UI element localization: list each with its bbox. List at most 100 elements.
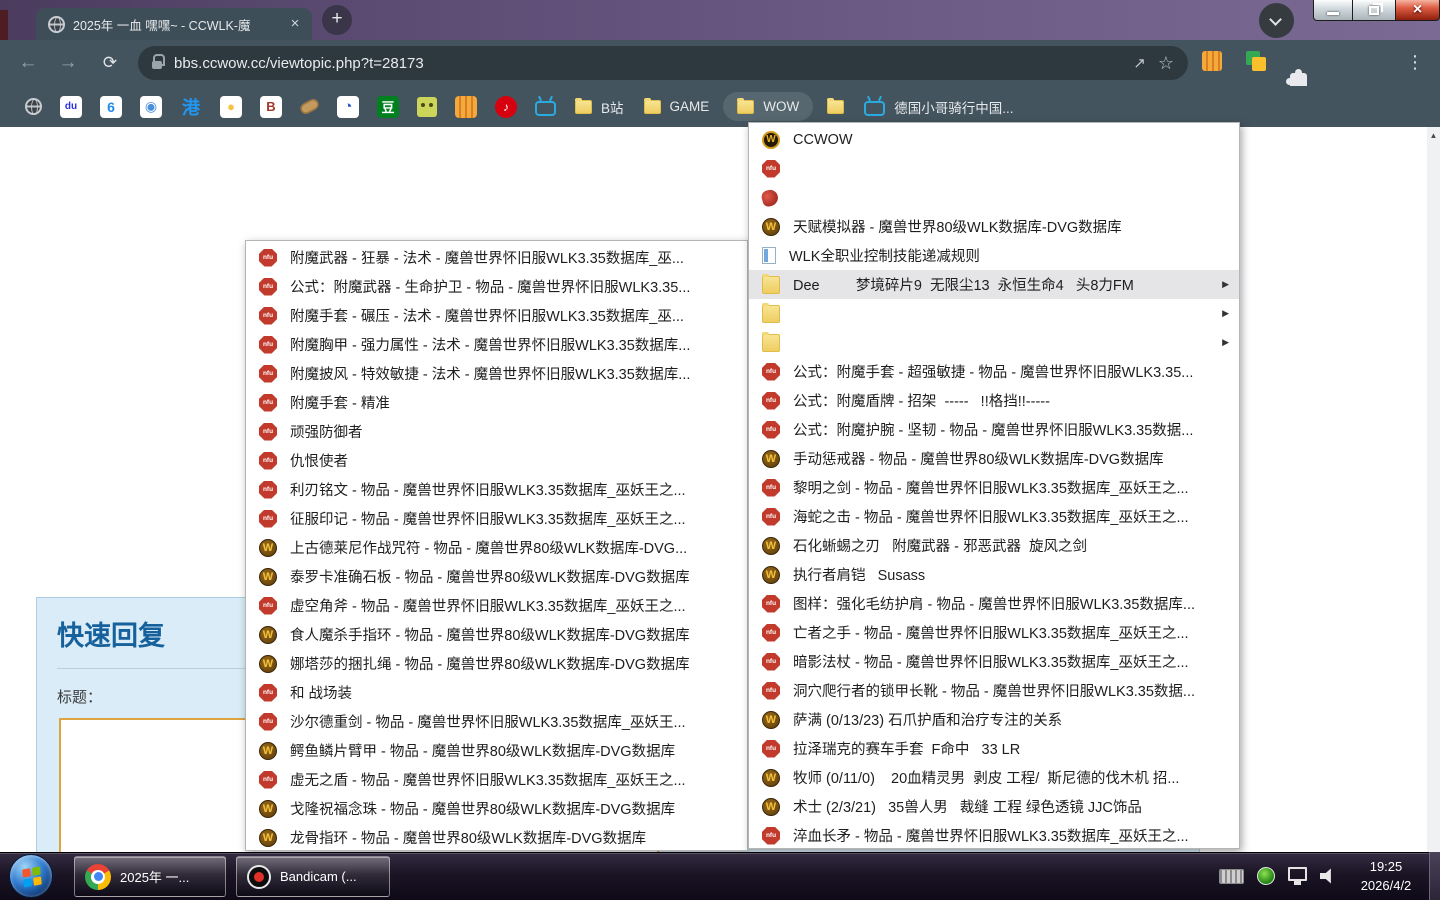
wow-menu-item[interactable]: nfu淬血长矛 - 物品 - 魔兽世界怀旧服WLK3.35数据库_巫妖王之... xyxy=(749,821,1239,850)
wow-menu-item[interactable]: nfu公式：附魔护腕 - 坚韧 - 物品 - 魔兽世界怀旧服WLK3.35数据.… xyxy=(749,415,1239,444)
dee-submenu-item[interactable]: nfu虚无之盾 - 物品 - 魔兽世界怀旧服WLK3.35数据库_巫妖王之... xyxy=(246,765,747,794)
show-desktop-button[interactable] xyxy=(1429,852,1440,900)
dee-submenu-item[interactable]: nfu附魔手套 - 碾压 - 法术 - 魔兽世界怀旧服WLK3.35数据库_巫.… xyxy=(246,301,747,330)
bandicam-record-tray-icon[interactable] xyxy=(1257,867,1275,885)
start-button[interactable] xyxy=(9,854,53,898)
nfu-icon: nfu xyxy=(762,392,780,410)
bookmark-gang-icon[interactable]: 港 xyxy=(180,96,202,118)
bookmark-bilibili-icon[interactable] xyxy=(535,101,556,116)
wow-menu-item[interactable]: W执行者肩铠 Susass xyxy=(749,560,1239,589)
url-text[interactable]: bbs.ccwow.cc/viewtopic.php?t=28173 xyxy=(174,55,1121,72)
dee-submenu-item[interactable]: nfu利刃铭文 - 物品 - 魔兽世界怀旧服WLK3.35数据库_巫妖王之... xyxy=(246,475,747,504)
wow-menu-item[interactable]: ▶ xyxy=(749,328,1239,357)
wow-menu-item[interactable]: nfu海蛇之击 - 物品 - 魔兽世界怀旧服WLK3.35数据库_巫妖王之... xyxy=(749,502,1239,531)
page-scrollbar[interactable]: ▲ xyxy=(1427,127,1440,852)
bookmark-site[interactable]: 德国小哥骑行中国... xyxy=(864,97,1013,117)
keyboard-tray-icon[interactable] xyxy=(1219,869,1244,884)
dee-submenu-item[interactable]: W娜塔莎的捆扎绳 - 物品 - 魔兽世界80级WLK数据库-DVG数据库 xyxy=(246,649,747,678)
bookmark-netease-music-icon[interactable]: ♪ xyxy=(495,96,517,118)
wow-menu-item[interactable]: nfu图样：强化毛纺护肩 - 物品 - 魔兽世界怀旧服WLK3.35数据库... xyxy=(749,589,1239,618)
wow-menu-item[interactable]: nfu黎明之剑 - 物品 - 魔兽世界怀旧服WLK3.35数据库_巫妖王之... xyxy=(749,473,1239,502)
wow-menu-item[interactable] xyxy=(749,183,1239,212)
dee-submenu-item[interactable]: W食人魔杀手指环 - 物品 - 魔兽世界80级WLK数据库-DVG数据库 xyxy=(246,620,747,649)
dee-submenu-item[interactable]: W龙骨指环 - 物品 - 魔兽世界80级WLK数据库-DVG数据库 xyxy=(246,823,747,852)
wow-icon: W xyxy=(762,711,780,729)
taskbar-chrome-button[interactable]: 2025年 一... xyxy=(74,856,226,897)
wow-icon: W xyxy=(259,829,277,847)
dee-submenu-item[interactable]: nfu顽强防御者 xyxy=(246,417,747,446)
wow-menu-item[interactable]: WCCWOW xyxy=(749,125,1239,154)
dee-submenu-item[interactable]: nfu虚空角斧 - 物品 - 魔兽世界怀旧服WLK3.35数据库_巫妖王之... xyxy=(246,591,747,620)
bookmark-star-icon[interactable]: ☆ xyxy=(1158,53,1174,74)
bookmark-folder-bzhan[interactable]: B站 xyxy=(575,97,624,117)
back-button[interactable]: ← xyxy=(14,49,42,77)
wow-menu-item[interactable]: Dee 梦境碎片9 无限尘13 永恒生命4 头8力FM▶ xyxy=(749,270,1239,299)
dee-submenu-item[interactable]: W鳄鱼鳞片臂甲 - 物品 - 魔兽世界80级WLK数据库-DVG数据库 xyxy=(246,736,747,765)
wow-menu-item[interactable]: W牧师 (0/11/0) 20血精灵男 剥皮 工程/ 斯尼德的伐木机 招... xyxy=(749,763,1239,792)
bookmark-globe-icon[interactable] xyxy=(25,98,42,115)
dee-submenu-item[interactable]: nfu附魔胸甲 - 强力属性 - 法术 - 魔兽世界怀旧服WLK3.35数据库.… xyxy=(246,330,747,359)
nfu-icon: nfu xyxy=(259,278,277,296)
tab-close-icon[interactable]: × xyxy=(286,15,304,33)
minimize-button[interactable] xyxy=(1313,0,1353,21)
dee-submenu-item[interactable]: nfu公式：附魔武器 - 生命护卫 - 物品 - 魔兽世界怀旧服WLK3.35.… xyxy=(246,272,747,301)
wow-menu-item[interactable]: nfu xyxy=(749,154,1239,183)
volume-tray-icon[interactable] xyxy=(1320,868,1337,885)
bookmark-photo-icon[interactable]: ● xyxy=(220,96,242,118)
scroll-up-arrow-icon[interactable]: ▲ xyxy=(1427,127,1440,140)
browser-tab[interactable]: 2025年 一血 嘿嘿~ - CCWLK-魔 × xyxy=(36,8,312,40)
dee-submenu-item[interactable]: W戈隆祝福念珠 - 物品 - 魔兽世界80级WLK数据库-DVG数据库 xyxy=(246,794,747,823)
reload-button[interactable]: ⟳ xyxy=(96,49,124,77)
wow-menu-item[interactable]: W石化蜥蜴之刃 附魔武器 - 邪恶武器 旋风之剑 xyxy=(749,531,1239,560)
wow-menu-item[interactable]: nfu公式：附魔手套 - 超强敏捷 - 物品 - 魔兽世界怀旧服WLK3.35.… xyxy=(749,357,1239,386)
wow-menu-item[interactable]: W萨满 (0/13/23) 石爪护盾和治疗专注的关系 xyxy=(749,705,1239,734)
wow-menu-item[interactable]: nfu公式：附魔盾牌 - 招架 ----- !!格挡!!----- xyxy=(749,386,1239,415)
wow-menu-item[interactable]: nfu亡者之手 - 物品 - 魔兽世界怀旧服WLK3.35数据库_巫妖王之... xyxy=(749,618,1239,647)
bookmark-douban-icon[interactable]: 豆 xyxy=(377,96,399,118)
wow-menu-item[interactable]: nfu拉泽瑞克的赛车手套 F命中 33 LR xyxy=(749,734,1239,763)
bookmark-folder-wow[interactable]: WOW xyxy=(723,92,813,121)
dee-submenu-item[interactable]: nfu沙尔德重剑 - 物品 - 魔兽世界怀旧服WLK3.35数据库_巫妖王... xyxy=(246,707,747,736)
share-icon[interactable]: ↗ xyxy=(1133,54,1146,72)
bookmark-folder-game[interactable]: GAME xyxy=(644,99,710,114)
close-button[interactable]: × xyxy=(1396,0,1440,21)
tab-title-fade xyxy=(258,16,284,34)
dee-submenu-item[interactable]: nfu附魔武器 - 狂暴 - 法术 - 魔兽世界怀旧服WLK3.35数据库_巫.… xyxy=(246,243,747,272)
notes-extension-icon[interactable] xyxy=(1246,51,1266,71)
dee-submenu-item[interactable]: nfu仇恨使者 xyxy=(246,446,747,475)
dee-submenu-item[interactable]: nfu附魔披风 - 特效敏捷 - 法术 - 魔兽世界怀旧服WLK3.35数据库.… xyxy=(246,359,747,388)
bookmark-blue-badge-icon[interactable]: ◉ xyxy=(140,96,162,118)
forward-button[interactable]: → xyxy=(54,49,82,77)
wow-menu-item[interactable]: ▶ xyxy=(749,299,1239,328)
wow-menu-item[interactable]: nfu洞穴爬行者的锁甲长靴 - 物品 - 魔兽世界怀旧服WLK3.35数据... xyxy=(749,676,1239,705)
bookmark-face-icon[interactable] xyxy=(417,97,437,117)
new-tab-button[interactable]: + xyxy=(322,5,352,35)
dee-submenu-item[interactable]: nfu附魔手套 - 精准 xyxy=(246,388,747,417)
bookmark-tiger-icon[interactable] xyxy=(455,96,477,118)
wow-menu-item[interactable]: WLK全职业控制技能递减规则 xyxy=(749,241,1239,270)
browser-menu-button[interactable]: ⋮ xyxy=(1406,51,1424,73)
wow-menu-item[interactable]: W天赋模拟器 - 魔兽世界80级WLK数据库-DVG数据库 xyxy=(749,212,1239,241)
wow-menu-item[interactable]: nfu暗影法杖 - 物品 - 魔兽世界怀旧服WLK3.35数据库_巫妖王之... xyxy=(749,647,1239,676)
tiger-extension-icon[interactable] xyxy=(1202,51,1222,71)
bookmark-folder-unnamed[interactable] xyxy=(827,100,844,114)
bookmark-baidu-icon[interactable]: du xyxy=(60,96,82,118)
nfu-icon: nfu xyxy=(259,481,277,499)
taskbar-bandicam-button[interactable]: Bandicam (... xyxy=(236,856,390,897)
wow-menu-item[interactable]: W手动惩戒器 - 物品 - 魔兽世界80级WLK数据库-DVG数据库 xyxy=(749,444,1239,473)
address-bar[interactable]: bbs.ccwow.cc/viewtopic.php?t=28173 ↗ ☆ xyxy=(138,46,1188,80)
bookmark-clock-pie-icon[interactable]: ◔ xyxy=(337,96,359,118)
taskbar-clock[interactable]: 19:25 2026/4/2 xyxy=(1350,857,1422,896)
wow-menu-item[interactable]: W术士 (2/3/21) 35兽人男 裁缝 工程 绿色透镜 JJC饰品 xyxy=(749,792,1239,821)
bookmark-six-video-icon[interactable]: 6 xyxy=(100,96,122,118)
tab-title: 2025年 一血 嘿嘿~ - CCWLK-魔 xyxy=(73,15,278,34)
bookmark-jb-icon[interactable]: B xyxy=(260,96,282,118)
bookmark-peanut-icon[interactable] xyxy=(299,97,321,116)
dee-submenu-item[interactable]: W泰罗卡准确石板 - 物品 - 魔兽世界80级WLK数据库-DVG数据库 xyxy=(246,562,747,591)
tab-search-button[interactable] xyxy=(1259,3,1294,38)
dee-submenu-item[interactable]: nfu征服印记 - 物品 - 魔兽世界怀旧服WLK3.35数据库_巫妖王之... xyxy=(246,504,747,533)
restore-button[interactable] xyxy=(1353,0,1396,21)
dee-submenu-item[interactable]: nfu和 战场装 xyxy=(246,678,747,707)
network-tray-icon[interactable] xyxy=(1288,867,1307,881)
dee-submenu-item[interactable]: W上古德莱尼作战咒符 - 物品 - 魔兽世界80级WLK数据库-DVG... xyxy=(246,533,747,562)
